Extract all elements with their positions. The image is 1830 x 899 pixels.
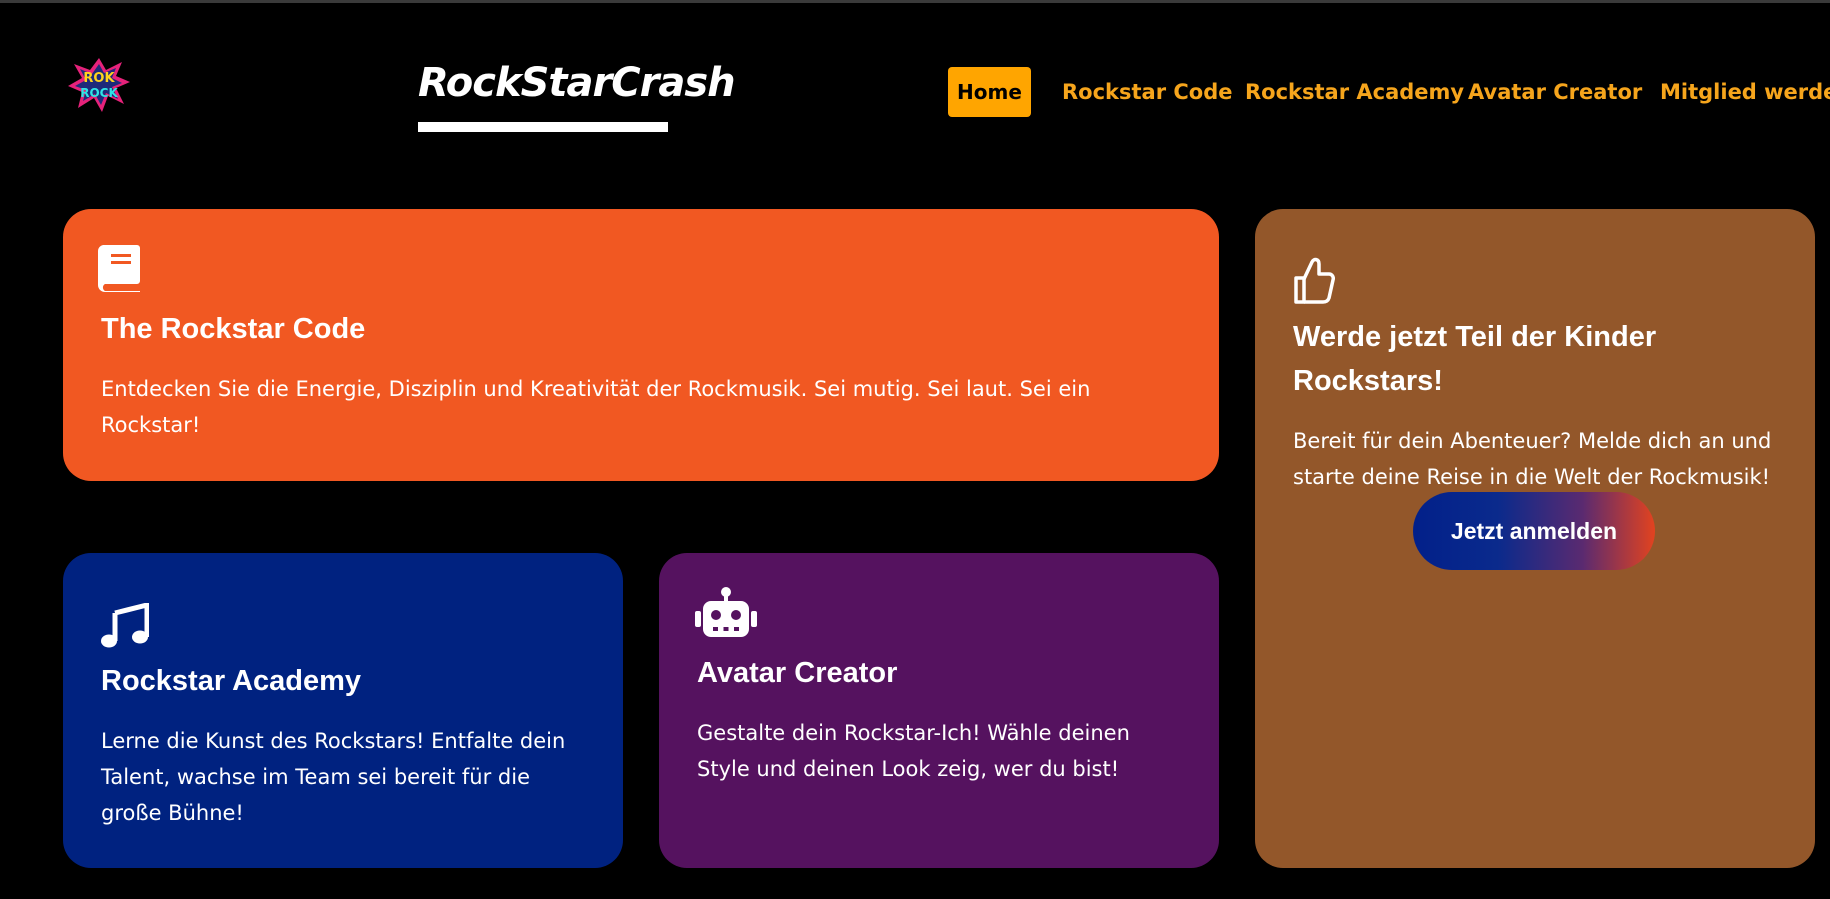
robot-icon bbox=[695, 587, 757, 643]
card-join-title: Werde jetzt Teil der Kinder Rockstars! bbox=[1293, 321, 1657, 397]
main-nav: Home Rockstar Code Rockstar Academy Avat… bbox=[0, 67, 1830, 117]
window-top-border bbox=[0, 0, 1830, 3]
nav-avatar-creator[interactable]: Avatar Creator bbox=[1468, 67, 1642, 117]
card-code-title: The Rockstar Code bbox=[101, 313, 366, 345]
thumbs-up-icon bbox=[1293, 257, 1335, 309]
brand-underline bbox=[418, 122, 668, 132]
card-code-text: Entdecken Sie die Energie, Disziplin und… bbox=[101, 377, 1091, 437]
card-avatar-creator[interactable]: Avatar Creator Gestalte dein Rockstar-Ic… bbox=[659, 553, 1219, 868]
nav-mitglied-werden[interactable]: Mitglied werden bbox=[1660, 67, 1830, 117]
nav-rockstar-code[interactable]: Rockstar Code bbox=[1062, 67, 1233, 117]
card-rockstar-academy[interactable]: Rockstar Academy Lerne die Kunst des Roc… bbox=[63, 553, 623, 868]
card-academy-title: Rockstar Academy bbox=[101, 665, 362, 697]
nav-home[interactable]: Home bbox=[948, 67, 1031, 117]
card-avatar-title: Avatar Creator bbox=[697, 657, 898, 689]
music-note-icon bbox=[101, 601, 150, 653]
nav-rockstar-academy[interactable]: Rockstar Academy bbox=[1245, 67, 1464, 117]
register-button[interactable]: Jetzt anmelden bbox=[1413, 492, 1655, 570]
card-avatar-text: Gestalte dein Rockstar-Ich! Wähle deinen… bbox=[697, 721, 1130, 781]
card-join: Werde jetzt Teil der Kinder Rockstars! B… bbox=[1255, 209, 1815, 868]
book-icon bbox=[97, 243, 143, 297]
card-join-text: Bereit für dein Abenteuer? Melde dich an… bbox=[1293, 429, 1772, 489]
card-rockstar-code[interactable]: The Rockstar Code Entdecken Sie die Ener… bbox=[63, 209, 1219, 481]
card-academy-text: Lerne die Kunst des Rockstars! Entfalte … bbox=[101, 729, 566, 825]
